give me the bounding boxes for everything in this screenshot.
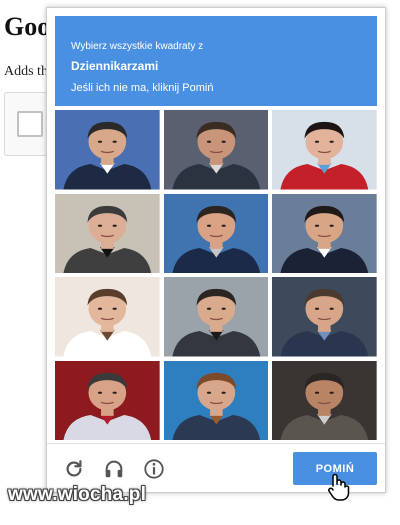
portrait-photo (163, 193, 269, 273)
image-tile-3[interactable] (272, 110, 377, 190)
headphones-icon[interactable] (103, 458, 125, 480)
captcha-challenge-dialog: Wybierz wszystkie kwadraty z Dziennikarz… (46, 7, 386, 493)
portrait-photo (272, 193, 377, 273)
image-tile-1[interactable] (55, 110, 160, 190)
image-tile-2[interactable] (163, 110, 269, 190)
portrait-photo (55, 277, 160, 357)
portrait-photo (55, 360, 160, 440)
portrait-photo (55, 193, 160, 273)
portrait-photo (163, 360, 269, 440)
portrait-photo (272, 110, 377, 190)
image-grid (55, 110, 377, 440)
challenge-hint: Jeśli ich nie ma, kliknij Pomiń (71, 82, 214, 94)
watermark: www.wiocha.pl (8, 484, 147, 505)
image-tile-6[interactable] (272, 193, 377, 273)
challenge-instruction: Wybierz wszystkie kwadraty z (71, 41, 204, 52)
image-tile-12[interactable] (272, 360, 377, 440)
image-tile-4[interactable] (55, 193, 160, 273)
image-tile-10[interactable] (55, 360, 160, 440)
challenge-header: Wybierz wszystkie kwadraty z Dziennikarz… (55, 16, 377, 106)
image-tile-5[interactable] (163, 193, 269, 273)
challenge-target: Dziennikarzami (71, 59, 159, 73)
recaptcha-checkbox[interactable] (17, 111, 43, 137)
page-text: Adds th (4, 64, 48, 79)
portrait-photo (272, 277, 377, 357)
image-tile-8[interactable] (163, 277, 269, 357)
hand-cursor-icon (326, 472, 350, 502)
image-tile-7[interactable] (55, 277, 160, 357)
portrait-photo (272, 360, 377, 440)
page-heading: Goo (4, 12, 51, 41)
portrait-photo (163, 277, 269, 357)
portrait-photo (163, 110, 269, 190)
reload-icon[interactable] (63, 458, 85, 480)
portrait-photo (55, 110, 160, 190)
info-icon[interactable] (143, 458, 165, 480)
image-tile-11[interactable] (163, 360, 269, 440)
image-tile-9[interactable] (272, 277, 377, 357)
